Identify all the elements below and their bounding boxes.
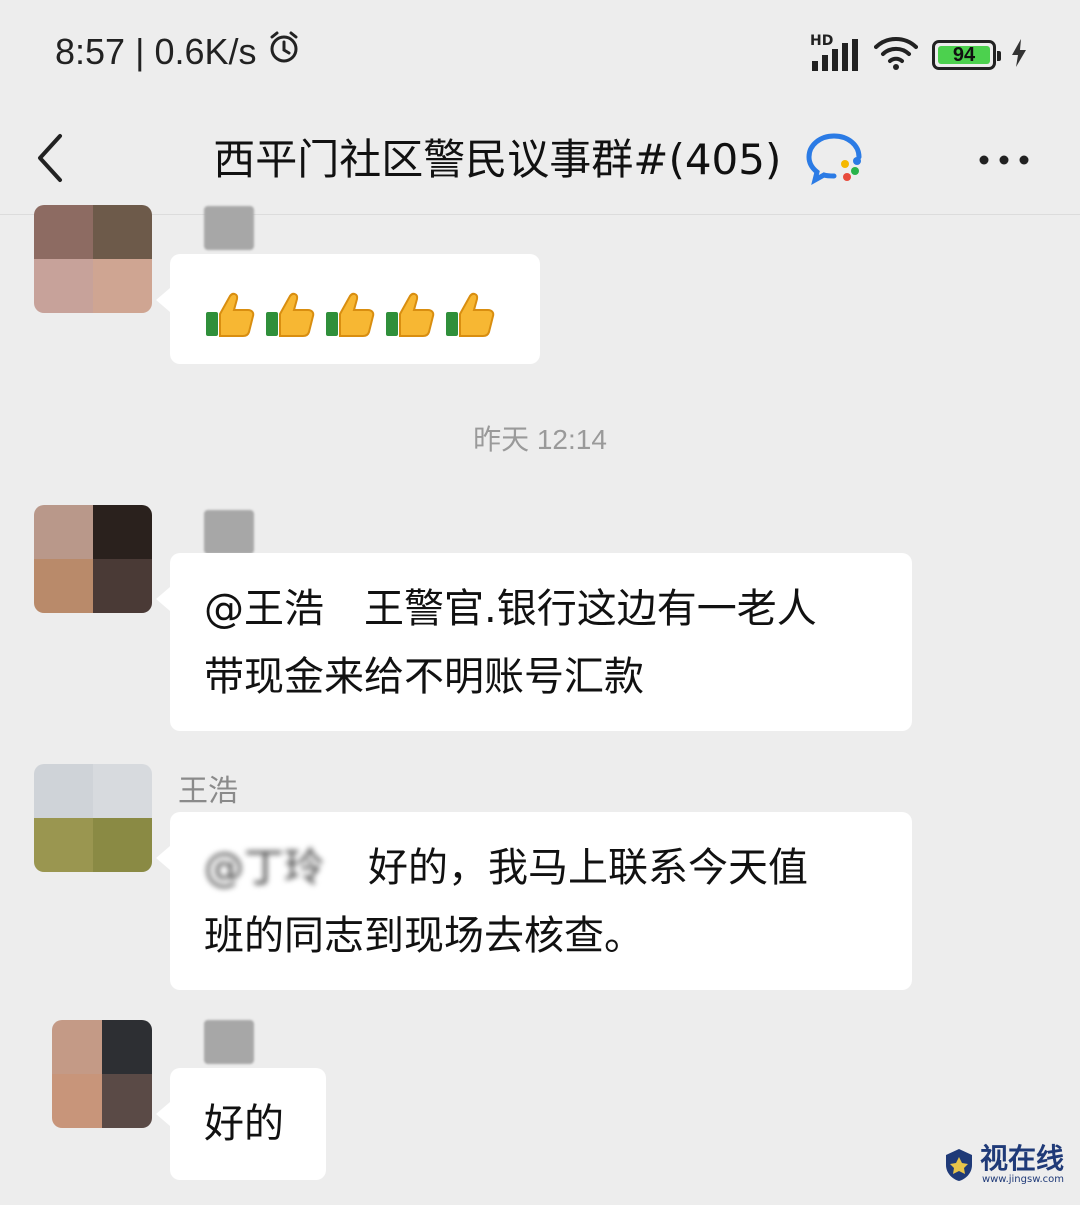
thumbs-up-emoji [324,288,376,340]
battery-tip [997,51,1001,61]
net-speed: 0.6K/s [154,30,257,72]
enterprise-chat-icon [805,131,867,195]
thumbs-up-emoji [204,288,256,340]
sender-name: 王浩 [178,774,238,809]
avatar[interactable] [34,205,152,313]
message-text: 好的，我马上联系今天值 [368,845,808,891]
thumbs-up-emoji-row [204,289,504,337]
chat-title-row: 西平门社区警民议事群#(405) [0,126,1080,195]
message-line: @王浩 王警官.银行这边有一老人 [204,586,817,632]
more-icon [979,155,1029,165]
watermark-text: 视在线 [979,1142,1064,1175]
thumbs-up-emoji [264,288,316,340]
status-bar: 8:57 | 0.6K/s HD 94 [0,0,1080,110]
battery-icon: 94 [932,40,1001,70]
signal-icon: HD [810,33,860,73]
watermark-url: www.jingsw.com [981,1174,1064,1185]
status-left: 8:57 | 0.6K/s [55,30,301,73]
wifi-icon [874,36,918,74]
chat-title: 西平门社区警民议事群#(405) [213,135,782,184]
blurred-mention: @丁玲 [204,845,324,891]
more-button[interactable] [974,140,1034,180]
message-timestamp: 昨天 12:14 [473,424,607,455]
message-bubble[interactable]: 好的 [156,1068,326,1180]
message-bubble[interactable] [156,254,540,364]
watermark: 视在线 www.jingsw.com [942,1144,1064,1185]
message-line: 带现金来给不明账号汇款 [204,654,644,700]
message-line: 好的 [204,1101,284,1147]
message-bubble[interactable]: @王浩 王警官.银行这边有一老人 带现金来给不明账号汇款 [156,553,912,731]
chat-header: 西平门社区警民议事群#(405) [0,110,1080,215]
thumbs-up-emoji [444,288,496,340]
thumbs-up-emoji [384,288,436,340]
sender-name-blurred [204,510,254,554]
avatar[interactable] [52,1020,152,1128]
message-line: 班的同志到现场去核查。 [204,913,644,959]
charging-icon [1010,38,1028,72]
avatar[interactable] [34,505,152,613]
alarm-icon [267,30,301,73]
status-time: 8:57 [55,30,126,72]
battery-level: 94 [952,43,976,66]
police-badge-icon [945,1148,972,1181]
sender-name-blurred [204,1020,254,1064]
message-bubble[interactable]: @丁玲 好的，我马上联系今天值 班的同志到现场去核查。 [156,812,912,990]
avatar[interactable] [34,764,152,872]
status-separator: | [135,30,145,72]
message-line: @丁玲 好的，我马上联系今天值 [204,834,878,902]
sender-name-blurred [204,206,254,250]
status-right: HD 94 [810,33,1028,74]
